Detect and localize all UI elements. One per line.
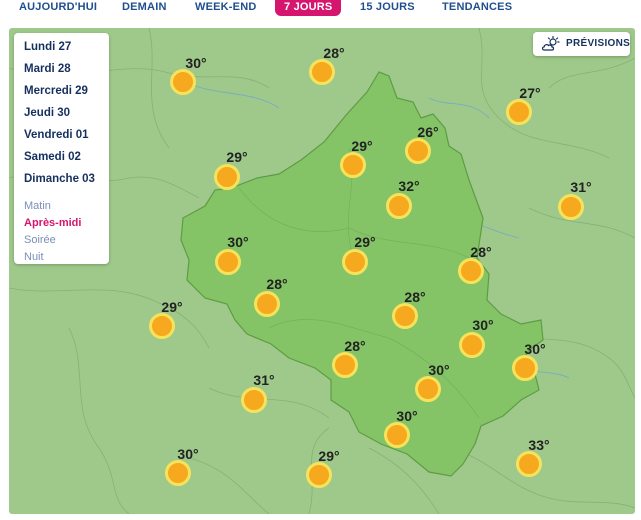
sun-icon[interactable]	[342, 249, 368, 275]
day-item[interactable]: Mardi 28	[24, 63, 71, 75]
temperature-label: 30°	[227, 234, 249, 250]
sun-icon[interactable]	[415, 376, 441, 402]
period-soiree[interactable]: Soirée	[24, 234, 56, 246]
tab-7-jours[interactable]: 7 JOURS	[275, 0, 342, 16]
sun-icon[interactable]	[165, 460, 191, 486]
sun-icon[interactable]	[332, 352, 358, 378]
period-apres-midi[interactable]: Après-midi	[24, 217, 81, 229]
tab-demain[interactable]: DEMAIN	[122, 0, 167, 18]
forecast-tabs: AUJOURD'HUI DEMAIN WEEK-END 7 JOURS 15 J…	[0, 0, 641, 22]
tab-15-jours[interactable]: 15 JOURS	[360, 0, 415, 18]
sun-icon[interactable]	[241, 387, 267, 413]
temperature-label: 29°	[354, 234, 376, 250]
sun-icon[interactable]	[459, 332, 485, 358]
period-nuit[interactable]: Nuit	[24, 251, 44, 263]
sun-icon[interactable]	[254, 291, 280, 317]
temperature-label: 32°	[398, 178, 420, 194]
highlighted-region	[180, 71, 544, 477]
sun-icon[interactable]	[458, 258, 484, 284]
day-item[interactable]: Jeudi 30	[24, 107, 70, 119]
day-selector-panel: Lundi 27 Mardi 28 Mercredi 29 Jeudi 30 V…	[14, 33, 109, 264]
day-item[interactable]: Dimanche 03	[24, 173, 95, 185]
sun-icon[interactable]	[506, 99, 532, 125]
tab-week-end[interactable]: WEEK-END	[195, 0, 257, 18]
tab-tendances[interactable]: TENDANCES	[442, 0, 512, 18]
temperature-label: 30°	[472, 317, 494, 333]
sun-icon[interactable]	[384, 422, 410, 448]
sun-icon[interactable]	[340, 152, 366, 178]
temperature-label: 29°	[226, 149, 248, 165]
day-item[interactable]: Samedi 02	[24, 151, 81, 163]
sun-icon[interactable]	[558, 194, 584, 220]
sun-icon[interactable]	[386, 193, 412, 219]
sun-icon[interactable]	[405, 138, 431, 164]
temperature-label: 31°	[253, 372, 275, 388]
period-matin[interactable]: Matin	[24, 200, 51, 212]
temperature-label: 31°	[570, 179, 592, 195]
temperature-label: 30°	[185, 55, 207, 71]
day-item[interactable]: Mercredi 29	[24, 85, 88, 97]
previsions-button[interactable]: PRÉVISIONS	[533, 32, 630, 56]
sun-icon[interactable]	[215, 249, 241, 275]
day-item[interactable]: Lundi 27	[24, 41, 71, 53]
previsions-label: PRÉVISIONS	[566, 38, 631, 49]
sun-icon[interactable]	[306, 462, 332, 488]
sun-icon[interactable]	[149, 313, 175, 339]
sun-icon[interactable]	[512, 355, 538, 381]
cloud-sun-icon	[540, 35, 562, 58]
temperature-label: 28°	[266, 276, 288, 292]
sun-icon[interactable]	[392, 303, 418, 329]
sun-icon[interactable]	[516, 451, 542, 477]
sun-icon[interactable]	[170, 69, 196, 95]
temperature-label: 28°	[323, 45, 345, 61]
tab-aujourdhui[interactable]: AUJOURD'HUI	[19, 0, 97, 18]
day-item[interactable]: Vendredi 01	[24, 129, 89, 141]
sun-icon[interactable]	[309, 59, 335, 85]
sun-icon[interactable]	[214, 164, 240, 190]
